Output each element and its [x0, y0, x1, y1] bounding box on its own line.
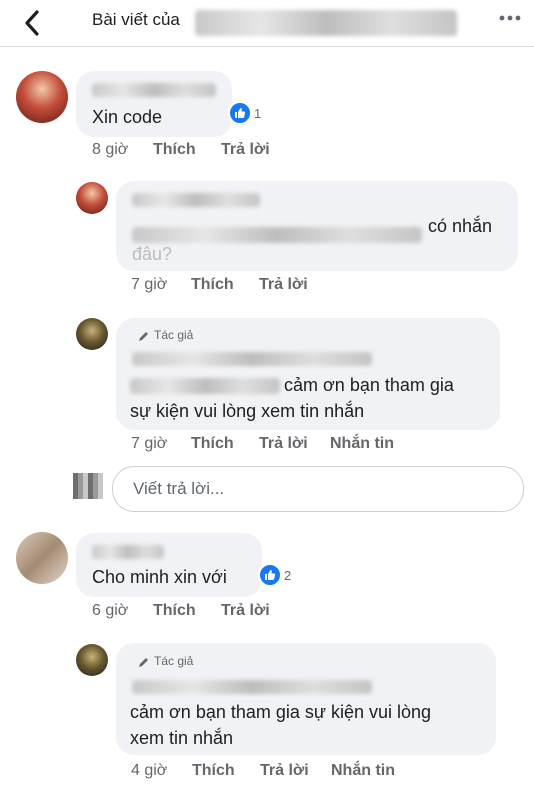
reply-button[interactable]: Trả lời — [221, 602, 270, 620]
reply-button[interactable]: Trả lời — [259, 435, 308, 453]
like-button[interactable]: Thích — [191, 276, 234, 294]
like-reaction-icon — [228, 101, 252, 125]
reaction-count: 1 — [254, 105, 262, 121]
comment-time[interactable]: 6 giờ — [92, 602, 128, 620]
comment-text: Cho minh xin với — [92, 567, 227, 587]
comment-bubble: Cho minh xin với — [76, 533, 262, 597]
page-title: Bài viết của — [92, 10, 180, 29]
reply-input[interactable] — [131, 478, 515, 500]
like-button[interactable]: Thích — [192, 762, 235, 780]
like-button[interactable]: Thích — [153, 602, 196, 620]
comment-text-line2: đâu? — [132, 244, 173, 264]
blurred-mention[interactable] — [132, 227, 422, 243]
reaction-count: 2 — [284, 567, 292, 583]
comment-bubble: Xin code — [76, 71, 232, 137]
comment-text: cảm ơn bạn tham gia sự kiện vui lòng — [130, 702, 432, 722]
comment-time[interactable]: 7 giờ — [131, 435, 167, 453]
reply-button[interactable]: Trả lời — [260, 762, 309, 780]
comment-bubble: có nhắn đâu? — [116, 181, 518, 271]
message-button[interactable]: Nhắn tin — [330, 435, 394, 453]
blurred-author-name[interactable] — [132, 352, 372, 366]
comment-bubble: Tác giả cảm ơn bạn tham gia sự kiện vui … — [116, 318, 500, 430]
avatar[interactable] — [16, 71, 68, 123]
reply-button[interactable]: Trả lời — [221, 141, 270, 159]
reaction-summary[interactable]: 2 — [258, 563, 292, 587]
avatar[interactable] — [76, 182, 108, 214]
blurred-page-name — [195, 10, 457, 36]
comment-text: cảm ơn bạn tham gia — [284, 375, 454, 395]
avatar[interactable] — [76, 318, 108, 350]
reply-button[interactable]: Trả lời — [259, 276, 308, 294]
pen-icon — [139, 332, 148, 341]
author-badge: Tác giả — [154, 654, 194, 668]
message-button[interactable]: Nhắn tin — [331, 762, 395, 780]
current-user-avatar — [73, 473, 103, 499]
author-badge: Tác giả — [154, 328, 194, 342]
avatar[interactable] — [16, 532, 68, 584]
blurred-mention[interactable] — [130, 378, 280, 394]
comment-text: Xin code — [92, 107, 163, 127]
chevron-left-icon[interactable] — [18, 8, 48, 38]
like-reaction-icon — [258, 563, 282, 587]
blurred-author-name[interactable] — [92, 83, 216, 97]
like-button[interactable]: Thích — [153, 141, 196, 159]
reply-input-box[interactable] — [112, 466, 524, 512]
avatar[interactable] — [76, 644, 108, 676]
blurred-author-name[interactable] — [92, 545, 164, 559]
comment-bubble: Tác giả cảm ơn bạn tham gia sự kiện vui … — [116, 643, 496, 755]
comment-text-line2: xem tin nhắn — [130, 728, 234, 748]
reaction-summary[interactable]: 1 — [228, 101, 262, 125]
comment-time[interactable]: 7 giờ — [131, 276, 167, 294]
comment-text-line2: sự kiện vui lòng xem tin nhắn — [130, 401, 365, 421]
comment-time[interactable]: 4 giờ — [131, 762, 167, 780]
blurred-author-name[interactable] — [132, 680, 372, 694]
pen-icon — [139, 658, 148, 667]
comment-time[interactable]: 8 giờ — [92, 141, 128, 159]
like-button[interactable]: Thích — [191, 435, 234, 453]
more-horizontal-icon[interactable] — [497, 8, 523, 28]
comment-text: có nhắn — [428, 216, 493, 236]
blurred-author-name[interactable] — [132, 193, 260, 207]
top-bar: Bài viết của — [0, 0, 534, 47]
